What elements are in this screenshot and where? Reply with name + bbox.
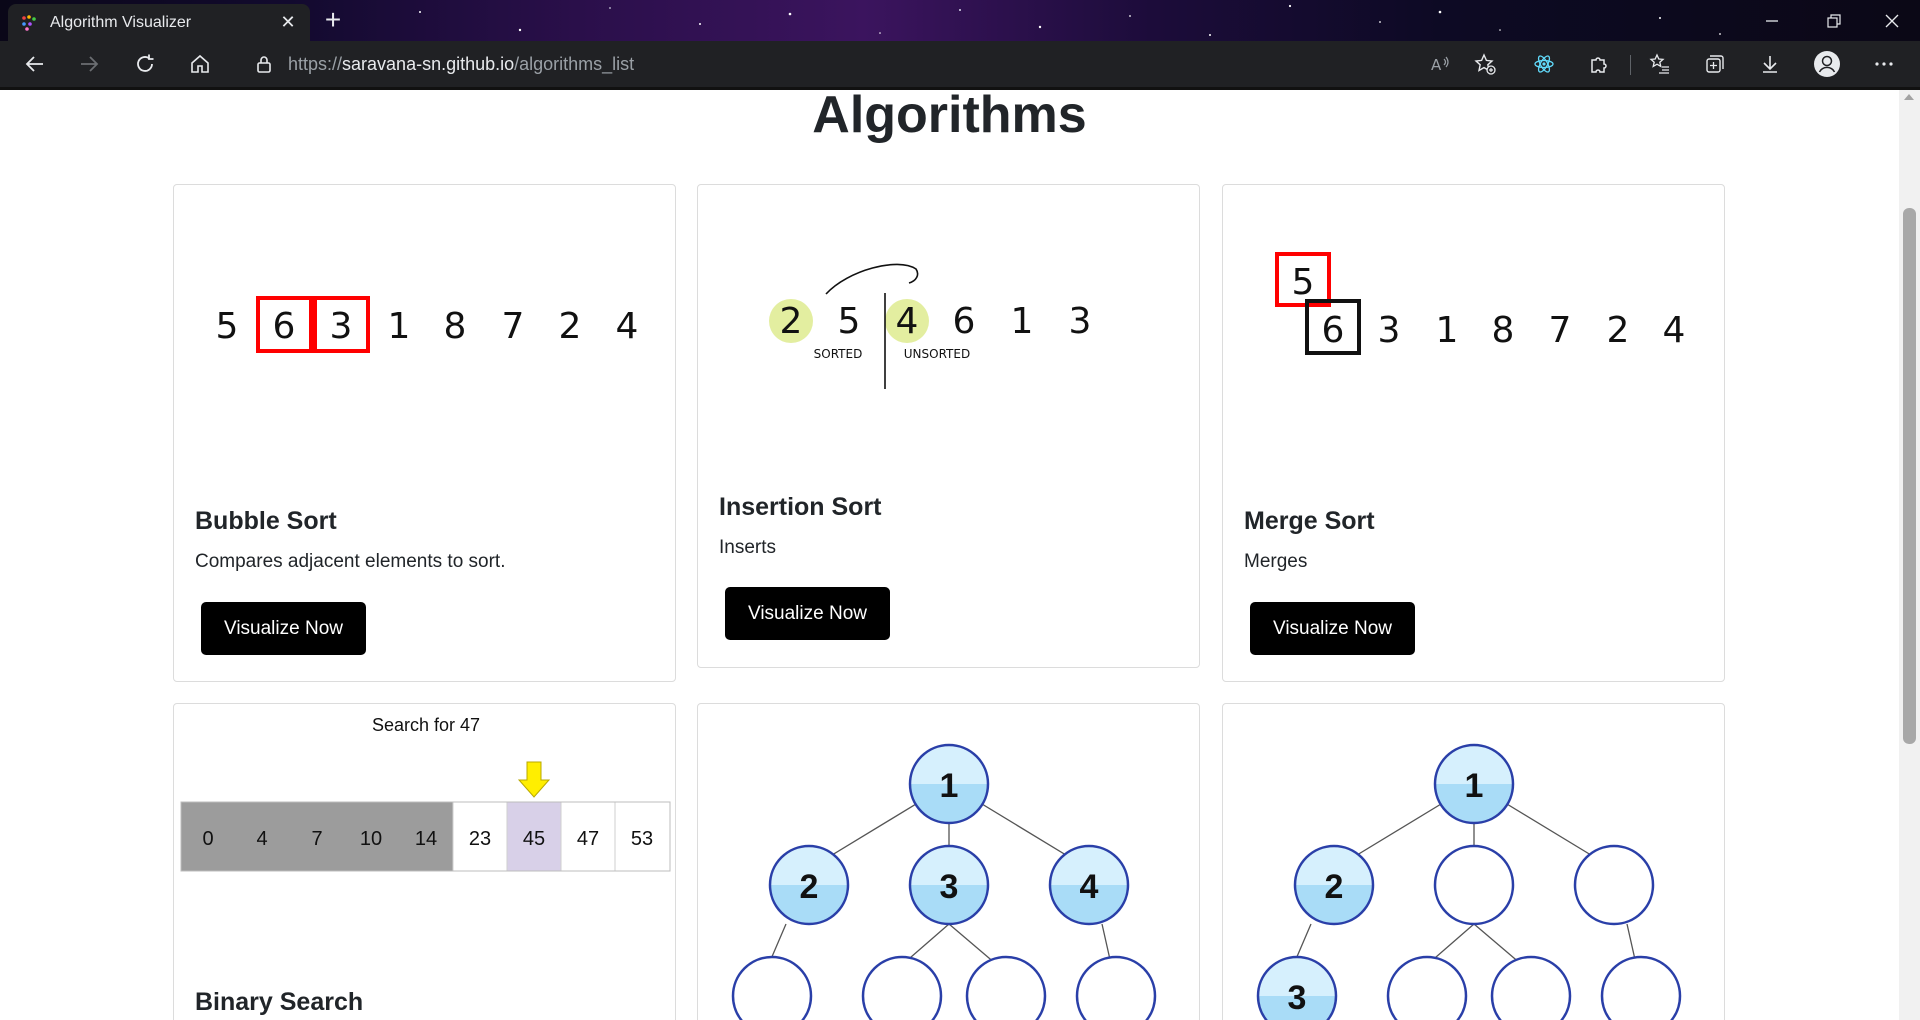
forward-icon[interactable]	[70, 46, 108, 82]
bubble-num: 1	[388, 306, 411, 347]
bubble-sort-visualize-button[interactable]: Visualize Now	[201, 602, 366, 655]
tree-illustration: 1 2 3	[1256, 743, 1682, 1020]
tree-node-label: 4	[1080, 868, 1099, 906]
collections-icon[interactable]	[1696, 46, 1734, 82]
insertion-num: 2	[780, 301, 803, 342]
merge-num: 7	[1549, 310, 1572, 351]
bubble-sort-card: 5 6 3 1 8 7 2 4 Bubble Sort Compares adj…	[173, 184, 676, 682]
downloads-icon[interactable]	[1751, 46, 1789, 82]
bubble-sort-illustration: 5 6 3 1 8 7 2 4	[216, 296, 639, 353]
insertion-num: 3	[1069, 301, 1092, 342]
insertion-num: 6	[953, 301, 976, 342]
profile-avatar-icon[interactable]	[1808, 46, 1846, 82]
search-caption: Search for 47	[372, 715, 480, 735]
window-title-bar: Algorithm Visualizer ✕ +	[0, 0, 1920, 41]
binary-search-card: Search for 47 0 4 7 10 14 23 45 47 53 Bi…	[173, 703, 676, 1020]
page-title: Algorithms	[812, 86, 1087, 144]
search-cell: 45	[523, 828, 545, 850]
bubble-num: 4	[616, 306, 639, 347]
tree-node-label: 3	[940, 868, 959, 906]
bubble-num: 5	[216, 306, 239, 347]
reload-icon[interactable]	[126, 46, 164, 82]
merge-sort-visualize-button[interactable]: Visualize Now	[1250, 602, 1415, 655]
tree-card: 1 2 3	[1222, 703, 1725, 1020]
merge-num: 8	[1492, 310, 1515, 351]
merge-num: 1	[1436, 310, 1459, 351]
card-title: Bubble Sort	[195, 507, 337, 535]
address-bar[interactable]: https://saravana-sn.github.io/algorithms…	[236, 45, 1411, 83]
tree-node-label: 2	[1325, 868, 1344, 906]
lock-icon[interactable]	[254, 54, 274, 74]
card-description: Compares adjacent elements to sort.	[195, 551, 506, 572]
card-title: Insertion Sort	[719, 493, 882, 521]
new-tab-button[interactable]: +	[318, 6, 348, 36]
unsorted-label: UNSORTED	[904, 347, 970, 361]
binary-search-illustration: Search for 47 0 4 7 10 14 23 45 47 53	[180, 715, 671, 872]
card-title: Merge Sort	[1244, 507, 1375, 535]
minimize-icon[interactable]	[1744, 0, 1800, 41]
search-cell: 53	[631, 828, 653, 850]
insertion-sort-visualize-button[interactable]: Visualize Now	[725, 587, 890, 640]
page-scrollbar[interactable]	[1899, 90, 1920, 1020]
search-cell: 4	[256, 828, 267, 850]
bubble-num: 2	[559, 306, 582, 347]
merge-num: 6	[1322, 310, 1345, 351]
extensions-icon[interactable]	[1580, 46, 1618, 82]
insertion-sort-card: 2 5 4 6 1 3 SORTED UNSORTED Insertion So…	[697, 184, 1200, 668]
insertion-num: 1	[1011, 301, 1034, 342]
merge-num: 2	[1607, 310, 1630, 351]
svg-text:A: A	[1431, 56, 1442, 74]
react-devtools-icon[interactable]	[1525, 46, 1563, 82]
search-cell: 23	[469, 828, 491, 850]
tree-node-label: 1	[940, 767, 959, 805]
search-cell: 14	[415, 828, 437, 850]
merge-sort-card: 5 6 3 1 8 7 2 4 Merge Sort Merges Visual…	[1222, 184, 1725, 682]
home-icon[interactable]	[181, 46, 219, 82]
favicon-icon	[22, 14, 36, 31]
merge-num: 3	[1378, 310, 1401, 351]
browser-toolbar: https://saravana-sn.github.io/algorithms…	[0, 41, 1920, 87]
insertion-num: 5	[838, 301, 861, 342]
bubble-num: 3	[330, 306, 353, 347]
favorites-icon[interactable]	[1641, 46, 1679, 82]
restore-icon[interactable]	[1806, 0, 1862, 41]
search-cell: 0	[202, 828, 213, 850]
bubble-num: 6	[273, 306, 296, 347]
sorted-label: SORTED	[814, 347, 863, 361]
search-cell: 10	[360, 828, 382, 850]
read-aloud-icon[interactable]: A	[1421, 46, 1459, 82]
card-description: Merges	[1244, 551, 1308, 572]
browser-tab[interactable]: Algorithm Visualizer ✕	[8, 4, 310, 41]
tree-node-label: 2	[800, 868, 819, 906]
back-icon[interactable]	[16, 46, 54, 82]
add-favorite-icon[interactable]	[1466, 46, 1504, 82]
insertion-sort-illustration: 2 5 4 6 1 3 SORTED UNSORTED	[769, 263, 1092, 389]
tab-close-icon[interactable]: ✕	[278, 12, 298, 33]
settings-more-icon[interactable]	[1865, 46, 1903, 82]
merge-sort-illustration: 5 6 3 1 8 7 2 4	[1275, 252, 1686, 355]
search-cell: 47	[577, 828, 599, 850]
tree-node-label: 3	[1288, 979, 1307, 1017]
tab-title: Algorithm Visualizer	[50, 13, 192, 31]
merge-num: 4	[1663, 310, 1686, 351]
insertion-num: 4	[896, 301, 919, 342]
merge-top-num: 5	[1292, 262, 1315, 303]
scrollbar-thumb[interactable]	[1903, 208, 1916, 744]
url-text[interactable]: https://saravana-sn.github.io/algorithms…	[288, 54, 634, 75]
tree-card: 1 2 3 4	[697, 703, 1200, 1020]
scroll-up-icon[interactable]	[1904, 94, 1914, 100]
tree-node-label: 1	[1465, 767, 1484, 805]
tree-illustration: 1 2 3 4	[731, 743, 1157, 1020]
card-description: Inserts	[719, 537, 777, 558]
close-window-icon[interactable]	[1864, 0, 1920, 41]
search-cell: 7	[311, 828, 322, 850]
card-title: Binary Search	[195, 988, 364, 1016]
bubble-num: 8	[444, 306, 467, 347]
bubble-num: 7	[502, 306, 525, 347]
